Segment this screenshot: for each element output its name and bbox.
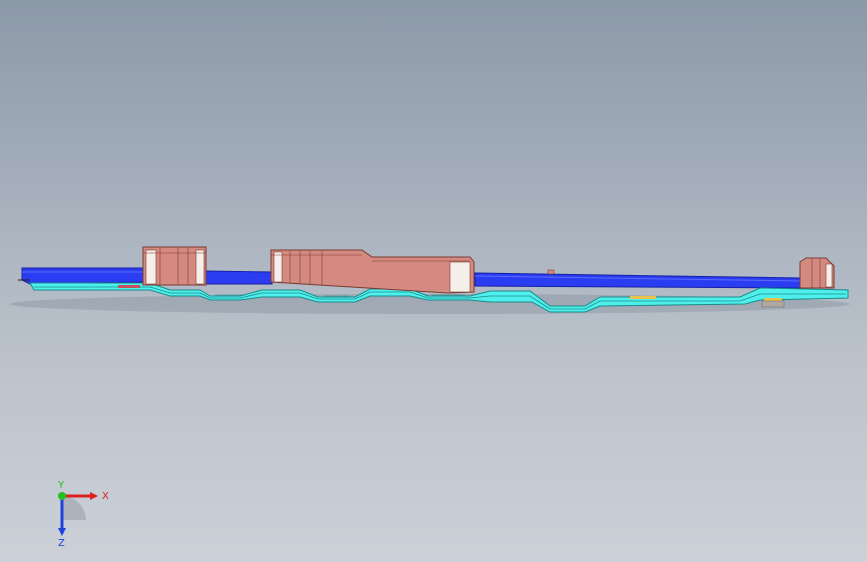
graphics-viewport[interactable]: X Y Z [0, 0, 867, 562]
3d-model-view[interactable] [0, 0, 867, 562]
salmon-block-right[interactable] [799, 257, 835, 289]
y-axis-dot [58, 492, 66, 500]
x-axis-label: X [102, 491, 109, 502]
coordinate-triad: X Y Z [57, 480, 109, 548]
salmon-block-left[interactable] [142, 246, 207, 286]
z-axis-label: Z [58, 538, 65, 548]
y-axis-label: Y [57, 480, 65, 491]
triad-shade [62, 496, 86, 520]
salmon-block-center[interactable] [270, 249, 475, 294]
